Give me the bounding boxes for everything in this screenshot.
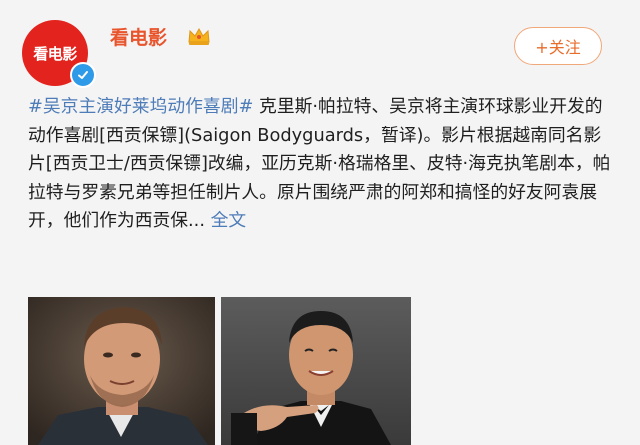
post-text: #吴京主演好莱坞动作喜剧# 克里斯·帕拉特、吴京将主演环球影业开发的动作喜剧[西… [28, 93, 618, 236]
verified-icon [70, 62, 96, 88]
post-image-1[interactable] [28, 297, 215, 445]
expand-full-link[interactable]: 全文 [205, 210, 247, 231]
account-name[interactable]: 看电影 [110, 23, 167, 50]
post-image-2[interactable] [221, 297, 411, 445]
hashtag-link[interactable]: #吴京主演好莱坞动作喜剧# [28, 96, 253, 117]
avatar-text: 看电影 [33, 44, 77, 63]
crown-icon [187, 26, 211, 46]
follow-button[interactable]: +关注 [514, 27, 602, 65]
